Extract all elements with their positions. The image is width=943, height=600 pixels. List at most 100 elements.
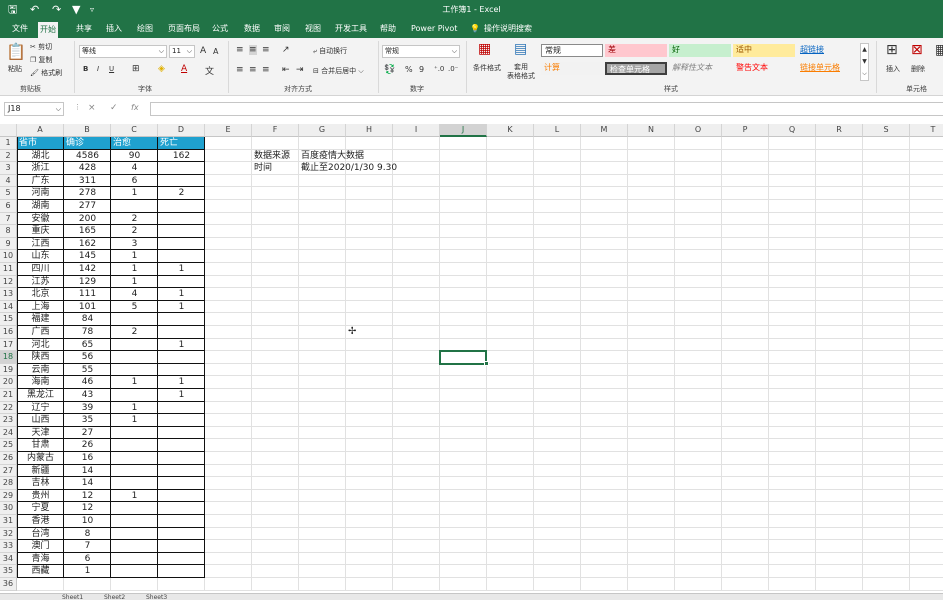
cell-style-1[interactable]: 差 <box>605 44 667 57</box>
tab-9[interactable]: 视图 <box>303 20 323 38</box>
underline-button[interactable]: U <box>109 65 114 73</box>
cell-style-5[interactable]: 计算 <box>541 62 603 75</box>
fill-handle[interactable] <box>484 360 489 366</box>
row-header-21[interactable]: 21 <box>0 389 17 402</box>
insert-function-icon[interactable]: fx <box>131 103 139 112</box>
fill-color-icon[interactable]: ◈ <box>158 64 165 74</box>
cell-style-0[interactable]: 常规 <box>541 44 603 57</box>
select-all-corner[interactable] <box>0 124 17 137</box>
active-cell[interactable] <box>439 350 487 365</box>
column-header-H[interactable]: H <box>346 124 393 137</box>
sheet-tab-1[interactable]: Sheet1 <box>62 594 83 600</box>
tab-3[interactable]: 插入 <box>104 20 124 38</box>
align-bottom-icon[interactable]: ≡ <box>262 45 270 55</box>
worksheet-grid[interactable]: A B C D E F G H I J K L M N O P Q R S T 1 2 3 4 5 6 7 8 9 10 11 12 13 14 1… <box>0 124 943 593</box>
tab-13[interactable]: 操作说明搜索 <box>482 20 534 38</box>
row-header-16[interactable]: 16 <box>0 326 17 339</box>
row-header-25[interactable]: 25 <box>0 439 17 452</box>
row-header-32[interactable]: 32 <box>0 527 17 541</box>
merge-center-button[interactable]: ⊟ 合并后居中 ⌵ <box>313 66 364 76</box>
row-header-3[interactable]: 3 <box>0 162 17 175</box>
row-header-13[interactable]: 13 <box>0 288 17 301</box>
tab-4[interactable]: 绘图 <box>135 20 155 38</box>
column-header-S[interactable]: S <box>863 124 910 137</box>
conditional-format-button[interactable]: 条件格式 <box>471 63 503 73</box>
format-cells-icon[interactable]: ▦ <box>935 42 943 58</box>
cell-style-4[interactable]: 超链接 <box>797 44 859 57</box>
font-size-select[interactable]: 11 ⌵ <box>169 45 195 58</box>
tab-10[interactable]: 开发工具 <box>333 20 369 38</box>
insert-cells-button[interactable]: 插入 <box>886 64 900 74</box>
tab-5[interactable]: 页面布局 <box>166 20 202 38</box>
tab-11[interactable]: 帮助 <box>378 20 398 38</box>
row-header-8[interactable]: 8 <box>0 225 17 238</box>
phonetic-icon[interactable]: 文 <box>205 64 214 77</box>
note-value[interactable]: 百度疫情大数据 <box>301 150 364 163</box>
row-header-35[interactable]: 35 <box>0 565 17 578</box>
row-header-10[interactable]: 10 <box>0 250 17 263</box>
row-header-26[interactable]: 26 <box>0 452 17 465</box>
column-header-L[interactable]: L <box>534 124 581 137</box>
row-header-24[interactable]: 24 <box>0 426 17 440</box>
tab-1[interactable]: 开始 <box>38 22 58 38</box>
column-header-M[interactable]: M <box>581 124 628 137</box>
align-top-icon[interactable]: ≡ <box>236 45 244 55</box>
decrease-indent-icon[interactable]: ⇤ <box>282 65 290 75</box>
font-grow-button[interactable]: A <box>200 46 206 56</box>
tab-7[interactable]: 数据 <box>242 20 262 38</box>
row-header-23[interactable]: 23 <box>0 414 17 427</box>
row-header-6[interactable]: 6 <box>0 200 17 213</box>
tab-8[interactable]: 审阅 <box>272 20 292 38</box>
row-header-22[interactable]: 22 <box>0 401 17 415</box>
row-header-7[interactable]: 7 <box>0 212 17 226</box>
formula-input[interactable] <box>150 102 943 116</box>
paste-button[interactable]: 粘贴 <box>8 64 22 74</box>
row-header-31[interactable]: 31 <box>0 515 17 528</box>
row-header-14[interactable]: 14 <box>0 300 17 314</box>
format-painter-button[interactable]: 🖌 格式刷 <box>30 68 62 78</box>
bold-button[interactable]: B <box>83 65 88 73</box>
sheet-tab-2[interactable]: Sheet2 <box>104 594 125 600</box>
conditional-format-icon[interactable]: ▦ <box>478 41 491 57</box>
decrease-decimal-icon[interactable]: .0⁻ <box>448 65 458 73</box>
row-header-9[interactable]: 9 <box>0 237 17 251</box>
column-header-I[interactable]: I <box>393 124 440 137</box>
italic-button[interactable]: I <box>97 65 99 73</box>
column-header-B[interactable]: B <box>64 124 111 137</box>
currency-icon[interactable]: 💱 <box>384 65 395 75</box>
styles-scroll[interactable]: ▲ ▼ ⌵ <box>860 43 869 81</box>
row-header-28[interactable]: 28 <box>0 477 17 490</box>
column-header-P[interactable]: P <box>722 124 769 137</box>
align-right-icon[interactable]: ≡ <box>262 65 270 75</box>
column-header-R[interactable]: R <box>816 124 863 137</box>
row-header-11[interactable]: 11 <box>0 263 17 276</box>
comma-button[interactable]: 9 <box>419 65 424 74</box>
cancel-icon[interactable]: × <box>88 103 96 113</box>
row-header-20[interactable]: 20 <box>0 376 17 389</box>
enter-icon[interactable]: ✓ <box>110 103 118 113</box>
paste-icon[interactable]: 📋 <box>6 42 26 61</box>
row-header-33[interactable]: 33 <box>0 540 17 553</box>
increase-indent-icon[interactable]: ⇥ <box>296 65 304 75</box>
percent-button[interactable]: % <box>405 65 413 74</box>
row-header-1[interactable]: 1 <box>0 137 17 150</box>
column-header-K[interactable]: K <box>487 124 534 137</box>
tab-6[interactable]: 公式 <box>210 20 230 38</box>
row-header-12[interactable]: 12 <box>0 275 17 289</box>
tab-12[interactable]: Power Pivot <box>409 20 459 38</box>
column-header-N[interactable]: N <box>628 124 675 137</box>
font-shrink-button[interactable]: A <box>213 47 218 56</box>
row-header-29[interactable]: 29 <box>0 489 17 503</box>
column-header-J[interactable]: J <box>440 124 487 137</box>
table-format-button[interactable]: 套用 表格格式 <box>502 63 540 81</box>
column-header-D[interactable]: D <box>158 124 205 137</box>
note-value[interactable]: 截止至2020/1/30 9.30 <box>301 162 397 175</box>
row-header-17[interactable]: 17 <box>0 338 17 352</box>
border-icon[interactable]: ⊞ <box>132 64 140 74</box>
note-label[interactable]: 时间 <box>254 162 272 175</box>
orientation-icon[interactable]: ↗ <box>282 45 290 55</box>
font-name-select[interactable]: 等线 ⌵ <box>79 45 167 58</box>
delete-cells-icon[interactable]: ⊠ <box>911 42 923 58</box>
delete-cells-button[interactable]: 删除 <box>911 64 925 74</box>
increase-decimal-icon[interactable]: ⁺.0 <box>434 65 444 73</box>
